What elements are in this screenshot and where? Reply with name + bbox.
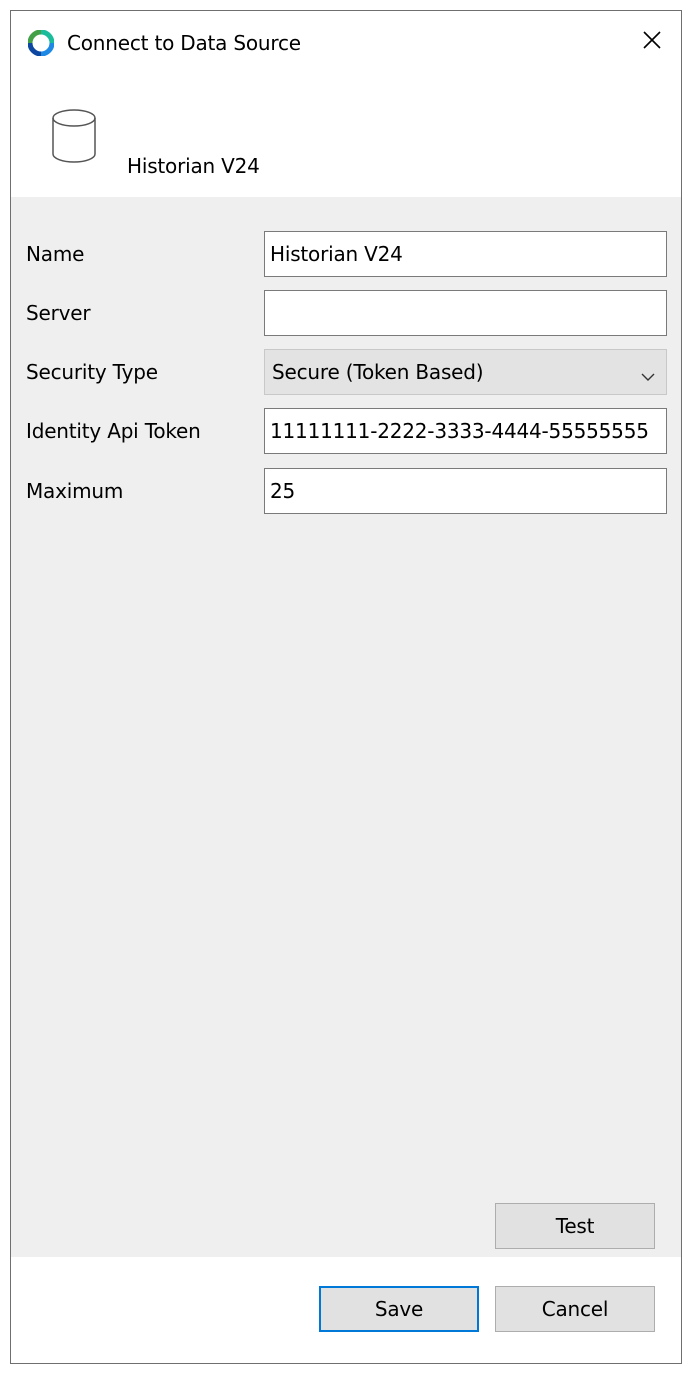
name-field[interactable]: [264, 231, 667, 277]
server-row: Server: [11, 290, 681, 336]
test-button[interactable]: Test: [495, 1203, 655, 1249]
server-label: Server: [26, 301, 91, 325]
security-type-label: Security Type: [26, 360, 158, 384]
maximum-row: Maximum: [11, 468, 681, 514]
security-type-value: Secure (Token Based): [272, 360, 484, 384]
data-source-name: Historian V24: [127, 154, 260, 178]
identity-api-token-label: Identity Api Token: [26, 419, 201, 443]
save-button[interactable]: Save: [319, 1286, 479, 1332]
form-panel: Name Server Security Type Secure (Token …: [11, 197, 681, 1257]
name-row: Name: [11, 231, 681, 277]
data-source-header: Historian V24: [11, 73, 681, 197]
chevron-down-icon: [640, 365, 656, 381]
token-row: Identity Api Token: [11, 408, 681, 454]
close-icon: [643, 31, 661, 53]
dialog-footer: Save Cancel: [11, 1257, 681, 1363]
security-type-select[interactable]: Secure (Token Based): [264, 349, 667, 395]
identity-api-token-field[interactable]: [264, 408, 667, 454]
close-button[interactable]: [623, 11, 681, 73]
server-field[interactable]: [264, 290, 667, 336]
app-ring-icon: [27, 29, 55, 57]
maximum-field[interactable]: [264, 468, 667, 514]
window-title: Connect to Data Source: [67, 31, 301, 55]
database-icon: [51, 108, 97, 166]
cancel-button[interactable]: Cancel: [495, 1286, 655, 1332]
connect-dialog: Connect to Data Source Historian V24 Nam…: [10, 10, 682, 1364]
maximum-label: Maximum: [26, 479, 124, 503]
name-label: Name: [26, 242, 85, 266]
security-row: Security Type Secure (Token Based): [11, 349, 681, 395]
title-bar: Connect to Data Source: [11, 11, 681, 73]
